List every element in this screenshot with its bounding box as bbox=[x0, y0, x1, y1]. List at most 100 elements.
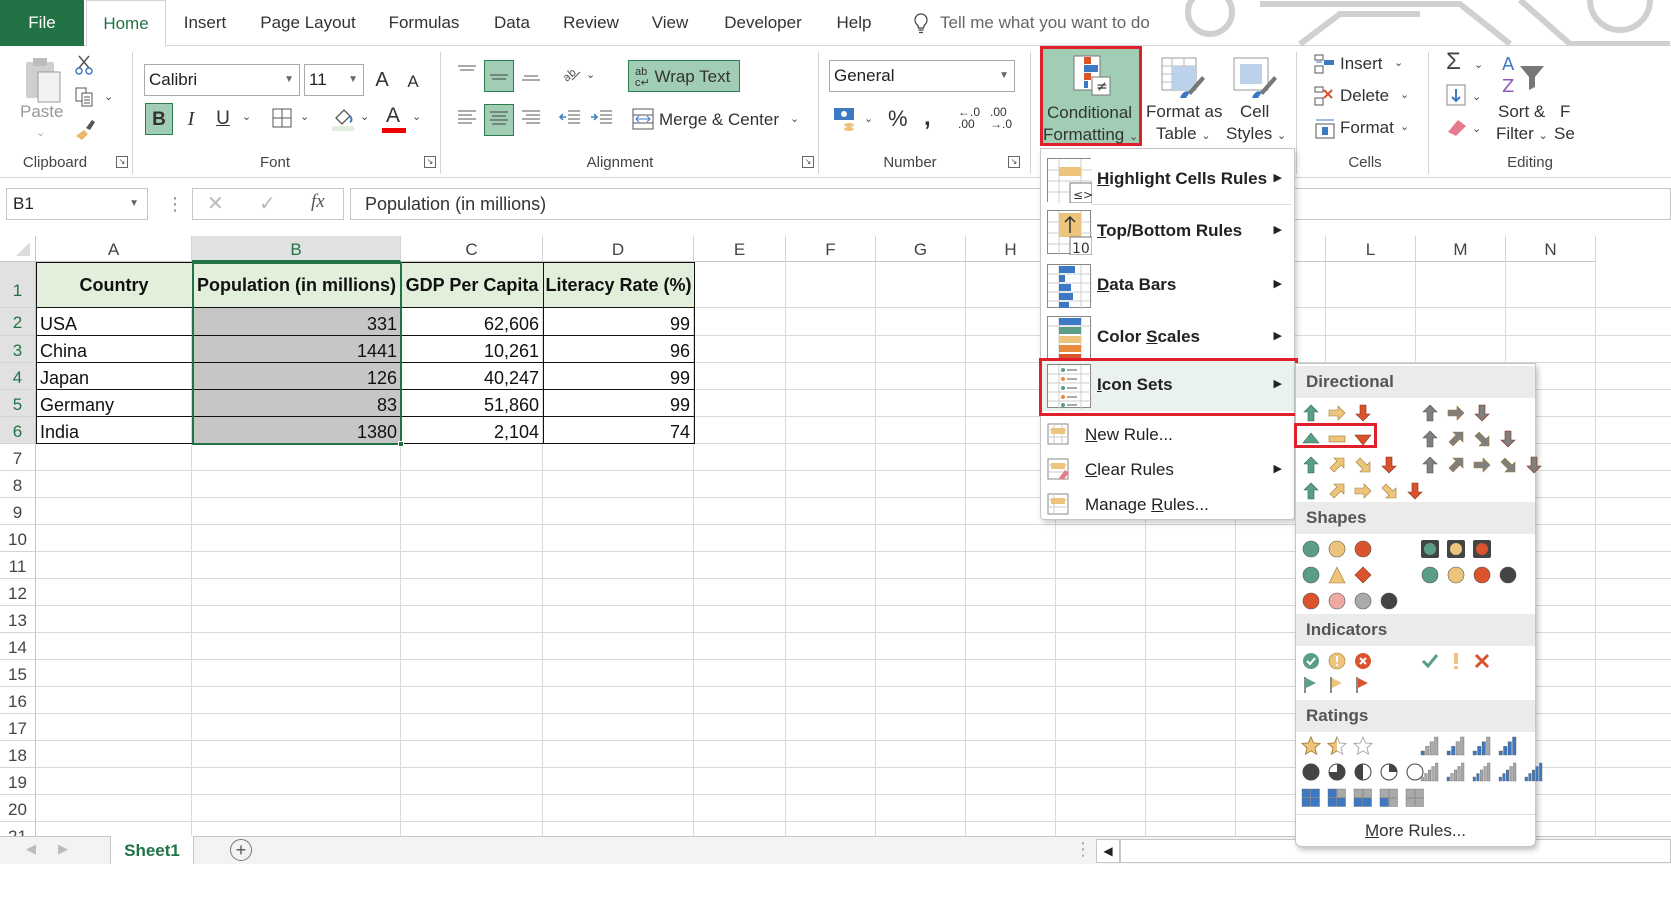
conditional-formatting-button[interactable]: ≠ Conditional Formatting ⌄ bbox=[1040, 46, 1142, 146]
insert-dropdown-chevron-icon[interactable]: ⌄ bbox=[1394, 56, 1403, 69]
table-cell[interactable]: USA bbox=[36, 308, 192, 336]
delete-dropdown-chevron-icon[interactable]: ⌄ bbox=[1400, 88, 1409, 101]
column-header-n[interactable]: N bbox=[1506, 236, 1596, 262]
icon-set-option-red-to-black[interactable] bbox=[1301, 590, 1399, 612]
sort-filter-icon[interactable]: AZ bbox=[1500, 52, 1546, 96]
icon-set-option-3-stars[interactable] bbox=[1301, 735, 1373, 757]
sort-filter-label2[interactable]: Filter ⌄ bbox=[1496, 124, 1548, 144]
column-header-c[interactable]: C bbox=[401, 236, 543, 262]
tab-view[interactable]: View bbox=[642, 0, 698, 46]
format-cells-icon[interactable] bbox=[1314, 118, 1336, 140]
cancel-icon[interactable]: ✕ bbox=[207, 191, 224, 216]
autosum-icon[interactable]: Σ bbox=[1446, 48, 1461, 76]
copy-icon[interactable] bbox=[74, 86, 96, 108]
row-header-1[interactable]: 1 bbox=[0, 262, 36, 308]
accounting-format-icon[interactable] bbox=[832, 106, 860, 132]
borders-icon[interactable] bbox=[272, 108, 292, 128]
column-header-g[interactable]: G bbox=[876, 236, 966, 262]
format-as-table-icon[interactable] bbox=[1160, 56, 1206, 100]
column-header-d[interactable]: D bbox=[543, 236, 694, 262]
copy-dropdown-chevron-icon[interactable]: ⌄ bbox=[104, 90, 113, 103]
top-align-icon[interactable] bbox=[456, 64, 478, 78]
decrease-indent-icon[interactable] bbox=[558, 108, 582, 128]
table-cell[interactable]: 40,247 bbox=[401, 363, 543, 390]
format-dropdown-chevron-icon[interactable]: ⌄ bbox=[1400, 120, 1409, 133]
number-format-dropdown[interactable]: General ▼ bbox=[829, 60, 1015, 92]
tab-insert[interactable]: Insert bbox=[172, 0, 238, 46]
merge-center-icon[interactable] bbox=[632, 108, 654, 130]
italic-button[interactable]: I bbox=[180, 103, 202, 135]
table-cell[interactable]: China bbox=[36, 336, 192, 363]
hscroll-left-icon[interactable]: ◀ bbox=[1096, 839, 1120, 863]
table-header-cell[interactable]: Literacy Rate (%) bbox=[543, 262, 694, 308]
underline-dropdown-chevron-icon[interactable]: ⌄ bbox=[242, 110, 251, 123]
row-header-4[interactable]: 4 bbox=[0, 363, 36, 390]
merge-dropdown-chevron-icon[interactable]: ⌄ bbox=[790, 112, 799, 125]
underline-button[interactable]: U bbox=[212, 103, 234, 135]
splitter-grip-icon[interactable]: ⋮ bbox=[1074, 839, 1092, 860]
decrease-decimal-button[interactable]: .00 →.0 bbox=[990, 106, 1012, 130]
icon-set-option-5-ratings[interactable] bbox=[1420, 761, 1544, 783]
align-left-icon[interactable] bbox=[456, 108, 478, 128]
paste-label[interactable]: Paste bbox=[20, 102, 63, 122]
name-box[interactable]: B1 ▼ bbox=[6, 188, 148, 220]
icon-set-option-3-arrows-colored[interactable] bbox=[1301, 402, 1373, 424]
scroll-tabs-right-icon[interactable]: ▶ bbox=[58, 841, 68, 857]
row-header-15[interactable]: 15 bbox=[0, 660, 36, 687]
menu-item-data-bars[interactable]: Data Bars ▶ bbox=[1041, 261, 1294, 311]
paste-icon[interactable] bbox=[22, 56, 64, 106]
delete-cells-icon[interactable] bbox=[1314, 86, 1336, 106]
tab-file[interactable]: File bbox=[0, 0, 84, 46]
row-header-12[interactable]: 12 bbox=[0, 579, 36, 606]
icon-set-option-3-symbols-circled[interactable] bbox=[1301, 650, 1373, 672]
autosum-dropdown-chevron-icon[interactable]: ⌄ bbox=[1474, 58, 1483, 71]
row-header-5[interactable]: 5 bbox=[0, 390, 36, 417]
font-launcher-icon[interactable]: ↘ bbox=[424, 156, 436, 168]
insert-function-icon[interactable]: fx bbox=[311, 191, 325, 213]
font-name-dropdown[interactable]: Calibri ▼ bbox=[144, 64, 300, 96]
icon-set-option-4-ratings[interactable] bbox=[1420, 735, 1518, 757]
menu-item-clear-rules[interactable]: Clear Rules ▶ bbox=[1041, 454, 1294, 488]
menu-item-top-bottom-rules[interactable]: 10 Top/Bottom Rules ▶ bbox=[1041, 207, 1294, 257]
percent-style-button[interactable]: % bbox=[888, 106, 908, 132]
icon-set-option-4-arrows-colored[interactable] bbox=[1301, 454, 1399, 476]
format-painter-icon[interactable] bbox=[74, 118, 98, 140]
icon-set-option-3-flags[interactable] bbox=[1301, 674, 1373, 696]
comma-style-button[interactable]: , bbox=[924, 104, 931, 132]
insert-cells-icon[interactable] bbox=[1314, 54, 1336, 74]
accounting-dropdown-chevron-icon[interactable]: ⌄ bbox=[864, 112, 873, 125]
tab-help[interactable]: Help bbox=[828, 0, 880, 46]
table-header-cell[interactable]: Country bbox=[36, 262, 192, 308]
scroll-tabs-left-icon[interactable]: ◀ bbox=[26, 841, 36, 857]
new-sheet-icon[interactable]: + bbox=[230, 839, 252, 861]
bottom-align-icon[interactable] bbox=[520, 70, 542, 84]
find-select-label2[interactable]: Se bbox=[1554, 124, 1575, 144]
table-cell[interactable]: 62,606 bbox=[401, 308, 543, 336]
sheet-tab-sheet1[interactable]: Sheet1 bbox=[110, 836, 194, 864]
table-cell[interactable]: 51,860 bbox=[401, 390, 543, 417]
orientation-icon[interactable]: ab bbox=[560, 62, 584, 84]
row-header-19[interactable]: 19 bbox=[0, 768, 36, 795]
decrease-font-size-button[interactable]: A bbox=[402, 66, 424, 98]
icon-set-option-3-traffic-lights-rimmed[interactable] bbox=[1420, 538, 1492, 560]
cell-styles-label2[interactable]: Styles ⌄ bbox=[1226, 124, 1286, 144]
table-cell[interactable]: 74 bbox=[543, 417, 694, 444]
menu-item-manage-rules[interactable]: Manage Rules... bbox=[1041, 489, 1294, 523]
cell-styles-label1[interactable]: Cell bbox=[1240, 102, 1269, 122]
formula-input[interactable]: Population (in millions) bbox=[350, 188, 1671, 220]
table-cell[interactable]: India bbox=[36, 417, 192, 444]
row-header-10[interactable]: 10 bbox=[0, 525, 36, 552]
format-as-table-label2[interactable]: Table ⌄ bbox=[1156, 124, 1211, 144]
tab-formulas[interactable]: Formulas bbox=[378, 0, 470, 46]
insert-cells-label[interactable]: Insert bbox=[1340, 54, 1383, 74]
menu-item-highlight-cells-rules[interactable]: ≤> Highlight Cells Rules ▶ bbox=[1041, 155, 1294, 205]
clear-dropdown-chevron-icon[interactable]: ⌄ bbox=[1472, 122, 1481, 135]
row-header-21[interactable]: 21 bbox=[0, 822, 36, 836]
increase-decimal-button[interactable]: ←.0 .00 bbox=[958, 106, 980, 130]
merge-center-label[interactable]: Merge & Center bbox=[659, 110, 779, 130]
find-select-label1[interactable]: F bbox=[1560, 102, 1570, 122]
menu-item-new-rule[interactable]: New Rule... bbox=[1041, 419, 1294, 453]
column-header-m[interactable]: M bbox=[1416, 236, 1506, 262]
align-center-button[interactable] bbox=[484, 104, 514, 136]
cell-styles-icon[interactable] bbox=[1232, 56, 1278, 100]
